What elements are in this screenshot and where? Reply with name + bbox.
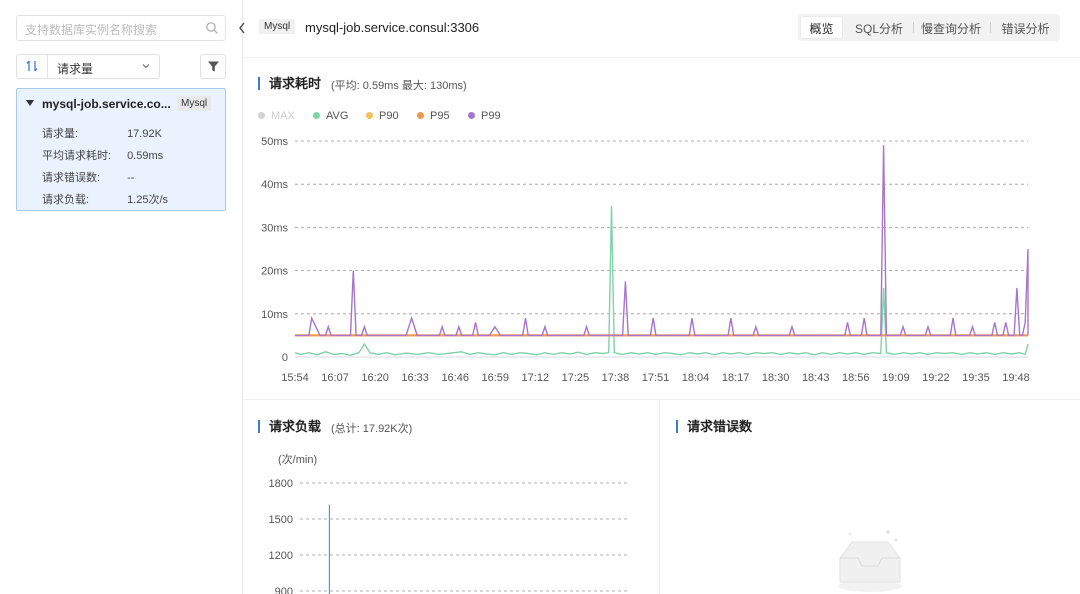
- instance-type-badge: Mysql: [177, 96, 212, 111]
- y-tick-label: 0: [282, 352, 288, 364]
- tab-error-analysis[interactable]: 错误分析: [993, 17, 1058, 38]
- stat-label: 请求错误数:: [42, 172, 101, 184]
- y-tick-label: 900: [275, 586, 293, 594]
- y-tick-label: 1200: [269, 550, 293, 562]
- error-section-title: 请求错误数: [676, 420, 752, 433]
- expand-triangle-icon[interactable]: [26, 100, 34, 106]
- x-tick-label: 18:30: [762, 372, 790, 384]
- latency-chart[interactable]: 50ms 40ms 30ms 20ms 10ms 0 15:54 16:07 16:20 16:3…: [243, 130, 1080, 392]
- y-tick-label: 50ms: [261, 136, 288, 148]
- legend-label: P90: [379, 110, 399, 122]
- sort-select[interactable]: 请求量: [16, 54, 160, 79]
- y-tick-label: 1800: [269, 478, 293, 490]
- sort-label: 请求量: [57, 62, 94, 76]
- empty-box-icon: [838, 530, 902, 592]
- search-placeholder: 支持数据库实例名称搜索: [25, 23, 158, 37]
- stat-value: --: [127, 172, 135, 184]
- x-tick-label: 17:12: [522, 372, 550, 384]
- stat-label: 请求负载:: [42, 194, 90, 206]
- sort-divider: [47, 55, 48, 78]
- x-tick-label: 17:51: [642, 372, 670, 384]
- x-tick-label: 18:17: [722, 372, 750, 384]
- y-axis-label: (次/min): [278, 452, 317, 466]
- x-tick-label: 19:35: [962, 372, 990, 384]
- x-tick-label: 16:59: [482, 372, 510, 384]
- legend-dot: [258, 112, 265, 119]
- stat-row: 请求错误数: --: [42, 169, 134, 185]
- x-tick-label: 19:48: [1002, 372, 1030, 384]
- x-tick-label: 16:46: [441, 372, 469, 384]
- legend-label: MAX: [271, 110, 295, 122]
- legend-item-p95[interactable]: P95: [417, 110, 450, 122]
- legend-item-avg[interactable]: AVG: [313, 110, 348, 122]
- x-tick-label: 17:38: [602, 372, 630, 384]
- stat-value: 1.25次/s: [127, 194, 169, 206]
- load-section-subtitle: (总计: 17.92K次): [331, 423, 413, 435]
- stat-row: 请求量: 17.92K: [42, 125, 162, 141]
- search-input[interactable]: 支持数据库实例名称搜索: [16, 15, 226, 41]
- x-tick-label: 19:22: [922, 372, 950, 384]
- series-line-avg: [294, 205, 1029, 357]
- y-tick-label: 40ms: [261, 179, 288, 191]
- filter-icon: [208, 61, 219, 72]
- stat-row: 平均请求耗时: 0.59ms: [42, 147, 163, 163]
- tab-overview[interactable]: 概览: [801, 17, 842, 38]
- tab-sql-analysis[interactable]: SQL分析: [848, 17, 910, 38]
- tab-bar: 概览 SQL分析 慢查询分析 错误分析: [798, 14, 1060, 41]
- tab-slow-query-analysis[interactable]: 慢查询分析: [916, 17, 986, 38]
- legend-dot: [468, 112, 475, 119]
- legend-label: P95: [430, 110, 450, 122]
- db-type-badge: Mysql: [259, 19, 296, 34]
- stat-label: 请求量:: [42, 128, 79, 140]
- stat-label: 平均请求耗时:: [42, 150, 112, 162]
- x-tick-label: 18:43: [802, 372, 830, 384]
- filter-button[interactable]: [200, 54, 226, 79]
- search-icon[interactable]: [205, 21, 219, 35]
- x-tick-label: 16:20: [361, 372, 389, 384]
- section-divider: [243, 399, 1080, 400]
- y-tick-label: 30ms: [261, 222, 288, 234]
- tab-divider: [990, 22, 991, 33]
- legend-item-max[interactable]: MAX: [258, 110, 295, 122]
- y-tick-label: 20ms: [261, 266, 288, 278]
- page-title: mysql-job.service.consul:3306: [305, 20, 480, 35]
- instance-name: mysql-job.service.co...: [42, 97, 171, 111]
- legend-dot: [313, 112, 320, 119]
- instance-card[interactable]: mysql-job.service.co... Mysql 请求量: 17.92…: [16, 88, 226, 211]
- x-tick-label: 18:04: [682, 372, 710, 384]
- x-tick-label: 17:25: [562, 372, 590, 384]
- x-tick-label: 19:09: [882, 372, 910, 384]
- tab-divider: [913, 22, 914, 33]
- section-divider: [659, 400, 660, 594]
- load-chart[interactable]: (次/min) 1800 1500 1200 900: [243, 445, 659, 594]
- stat-value: 0.59ms: [127, 150, 164, 162]
- main-panel: Mysql mysql-job.service.consul:3306 概览 S…: [243, 0, 1080, 594]
- legend-label: P99: [481, 110, 501, 122]
- sort-icon[interactable]: [25, 59, 39, 73]
- x-tick-label: 18:56: [842, 372, 870, 384]
- series-line-p99: [295, 145, 1029, 337]
- stat-value: 17.92K: [127, 128, 162, 140]
- legend-label: AVG: [326, 110, 349, 122]
- sidebar: 支持数据库实例名称搜索 请求量 mysql-job.service.co... …: [0, 0, 243, 594]
- x-tick-label: 16:07: [321, 372, 349, 384]
- latency-section-subtitle: (平均: 0.59ms 最大: 130ms): [331, 80, 467, 92]
- legend-item-p99[interactable]: P99: [468, 110, 501, 122]
- chevron-down-icon: [142, 64, 150, 69]
- legend-dot: [417, 112, 424, 119]
- y-tick-label: 10ms: [261, 309, 288, 321]
- legend-item-p90[interactable]: P90: [366, 110, 399, 122]
- legend-dot: [366, 112, 373, 119]
- x-tick-label: 15:54: [281, 372, 309, 384]
- y-tick-label: 1500: [269, 514, 293, 526]
- latency-section-title: 请求耗时: [258, 77, 321, 90]
- x-tick-label: 16:33: [401, 372, 429, 384]
- header-bar: Mysql mysql-job.service.consul:3306 概览 S…: [243, 0, 1080, 58]
- stat-row: 请求负载: 1.25次/s: [42, 191, 168, 207]
- load-section-title: 请求负载: [258, 420, 321, 433]
